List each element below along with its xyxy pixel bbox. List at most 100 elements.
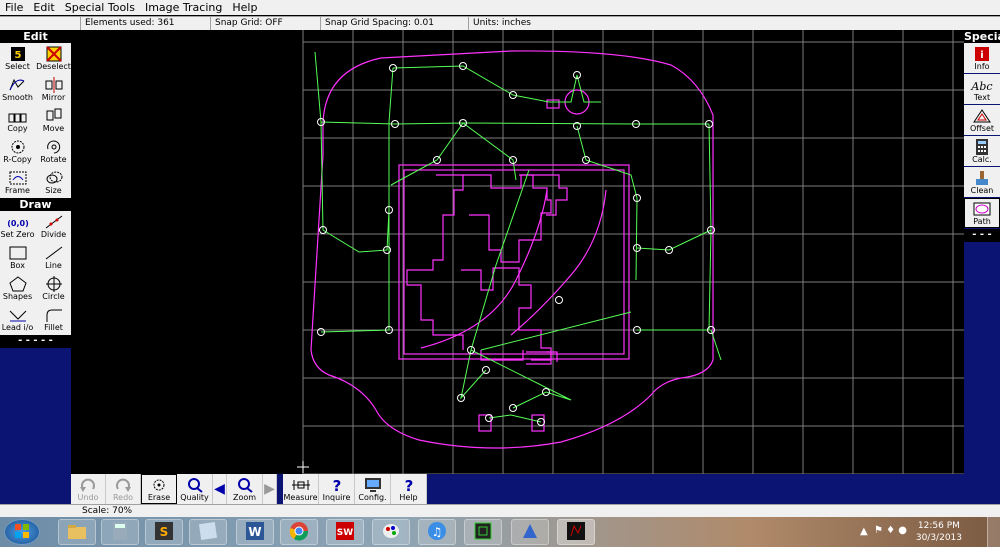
shapes-tool[interactable]: Shapes [0, 273, 35, 303]
set-zero-tool[interactable]: (0,0) Set Zero [0, 211, 35, 241]
taskbar-notes[interactable] [189, 519, 227, 545]
caliper-icon [288, 476, 314, 493]
deselect-tool[interactable]: Deselect [36, 43, 71, 73]
app-blue-icon [520, 521, 540, 544]
divide-tool[interactable]: Divide [36, 211, 71, 241]
taskbar-explorer[interactable] [58, 519, 96, 545]
set-zero-icon: (0,0) [5, 213, 31, 230]
zoom-button[interactable]: Zoom [227, 474, 263, 504]
taskbar-app-s[interactable]: S [145, 519, 183, 545]
svg-text:W: W [248, 525, 261, 539]
taskbar-app-blue[interactable] [511, 519, 549, 545]
menu-special-tools[interactable]: Special Tools [60, 1, 140, 14]
right-arrow-icon: ▶ [264, 481, 275, 497]
move-tool[interactable]: Move [36, 105, 71, 135]
config-button[interactable]: Config. [355, 474, 391, 504]
fillet-tool[interactable]: Fillet [36, 304, 71, 334]
calc-tool[interactable]: Calc. [964, 136, 1000, 166]
green-toolpaths [314, 51, 722, 423]
copy-tool[interactable]: Copy [0, 105, 35, 135]
taskbar-itunes[interactable]: ♫ [418, 519, 456, 545]
box-tool[interactable]: Box [0, 242, 35, 272]
rotate-tool[interactable]: Rotate [36, 136, 71, 166]
magnifier-icon [182, 476, 208, 493]
circle-tool[interactable]: Circle [36, 273, 71, 303]
info-tool[interactable]: i Info [964, 43, 1000, 73]
undo-button[interactable]: Undo [71, 474, 106, 504]
undo-icon [75, 476, 101, 493]
left-panel-dashes: - - - - - [0, 335, 71, 348]
taskbar-chrome[interactable] [280, 519, 318, 545]
tray-icons[interactable]: ⚑ ♦ ● [874, 525, 907, 536]
select-tool[interactable]: 5 Select [0, 43, 35, 73]
help-icon: ? [396, 476, 422, 493]
svg-text:?: ? [332, 477, 341, 493]
size-tool[interactable]: Size [36, 167, 71, 197]
erase-button[interactable]: Erase [141, 474, 177, 504]
node-markers [317, 62, 715, 426]
zoom-right-arrow[interactable]: ▶ [263, 474, 277, 504]
svg-text:5: 5 [14, 50, 21, 61]
music-icon: ♫ [427, 521, 447, 544]
start-button[interactable] [4, 519, 40, 545]
menu-edit[interactable]: Edit [28, 1, 59, 14]
taskbar-calculator[interactable] [101, 519, 139, 545]
svg-text:SW: SW [337, 528, 353, 538]
shapes-icon [5, 275, 31, 292]
svg-text:S: S [160, 525, 169, 539]
r-copy-tool[interactable]: R-Copy [0, 136, 35, 166]
menu-image-tracing[interactable]: Image Tracing [140, 1, 227, 14]
line-tool[interactable]: Line [36, 242, 71, 272]
smooth-tool[interactable]: Smooth [0, 74, 35, 104]
select-icon: 5 [5, 45, 31, 62]
measure-button[interactable]: Measure [283, 474, 319, 504]
taskbar-app-green[interactable] [464, 519, 502, 545]
zoom-left-arrow[interactable]: ◀ [213, 474, 227, 504]
edit-header: Edit [0, 30, 71, 43]
help-button[interactable]: ? Help [391, 474, 427, 504]
mirror-icon [41, 76, 67, 93]
path-icon [969, 201, 995, 217]
taskbar: S W SW ♫ ▲ ⚑ ♦ ● 12:56 PM 30/3/2013 [0, 517, 1000, 547]
taskbar-solidworks[interactable]: SW [326, 519, 364, 545]
calculator-icon [112, 521, 128, 544]
grid [302, 30, 964, 475]
lead-io-tool[interactable]: Lead i/o [0, 304, 35, 334]
svg-text:i: i [980, 50, 983, 61]
clean-icon [969, 169, 995, 186]
redo-button[interactable]: Redo [106, 474, 141, 504]
cad-drawing [297, 30, 964, 475]
tray-flag-icon[interactable]: ▲ [860, 526, 868, 537]
menu-help[interactable]: Help [227, 1, 262, 14]
text-tool[interactable]: Abc Text [964, 74, 1000, 104]
question-icon: ? [324, 476, 350, 493]
quality-button[interactable]: Quality [177, 474, 213, 504]
show-desktop-button[interactable] [987, 517, 1000, 547]
path-tool[interactable]: Path [964, 198, 1000, 228]
rotate-icon [41, 138, 67, 155]
right-tool-panel: Special iInfo AbcText Offset Calc. Clean… [964, 30, 1000, 504]
inquire-button[interactable]: ? Inquire [319, 474, 355, 504]
zoom-icon [232, 476, 258, 493]
frame-tool[interactable]: Frame [0, 167, 35, 197]
taskbar-cnc-app[interactable] [557, 519, 595, 545]
svg-text:(0,0): (0,0) [7, 219, 28, 228]
offset-tool[interactable]: Offset [964, 105, 1000, 135]
monitor-icon [360, 476, 386, 493]
drawing-canvas[interactable] [71, 30, 964, 475]
clean-tool[interactable]: Clean [964, 167, 1000, 197]
word-icon: W [245, 521, 265, 544]
size-icon [41, 169, 67, 186]
menu-file[interactable]: File [0, 1, 28, 14]
clock[interactable]: 12:56 PM 30/3/2013 [916, 520, 962, 544]
taskbar-paint[interactable] [372, 519, 410, 545]
mirror-tool[interactable]: Mirror [36, 74, 71, 104]
chrome-icon [289, 521, 309, 544]
erase-icon [146, 477, 172, 493]
taskbar-word[interactable]: W [236, 519, 274, 545]
svg-text:?: ? [404, 477, 413, 493]
svg-text:Abc: Abc [970, 80, 992, 93]
divide-icon [41, 213, 67, 230]
offset-icon [969, 107, 995, 124]
notes-icon [198, 521, 218, 544]
